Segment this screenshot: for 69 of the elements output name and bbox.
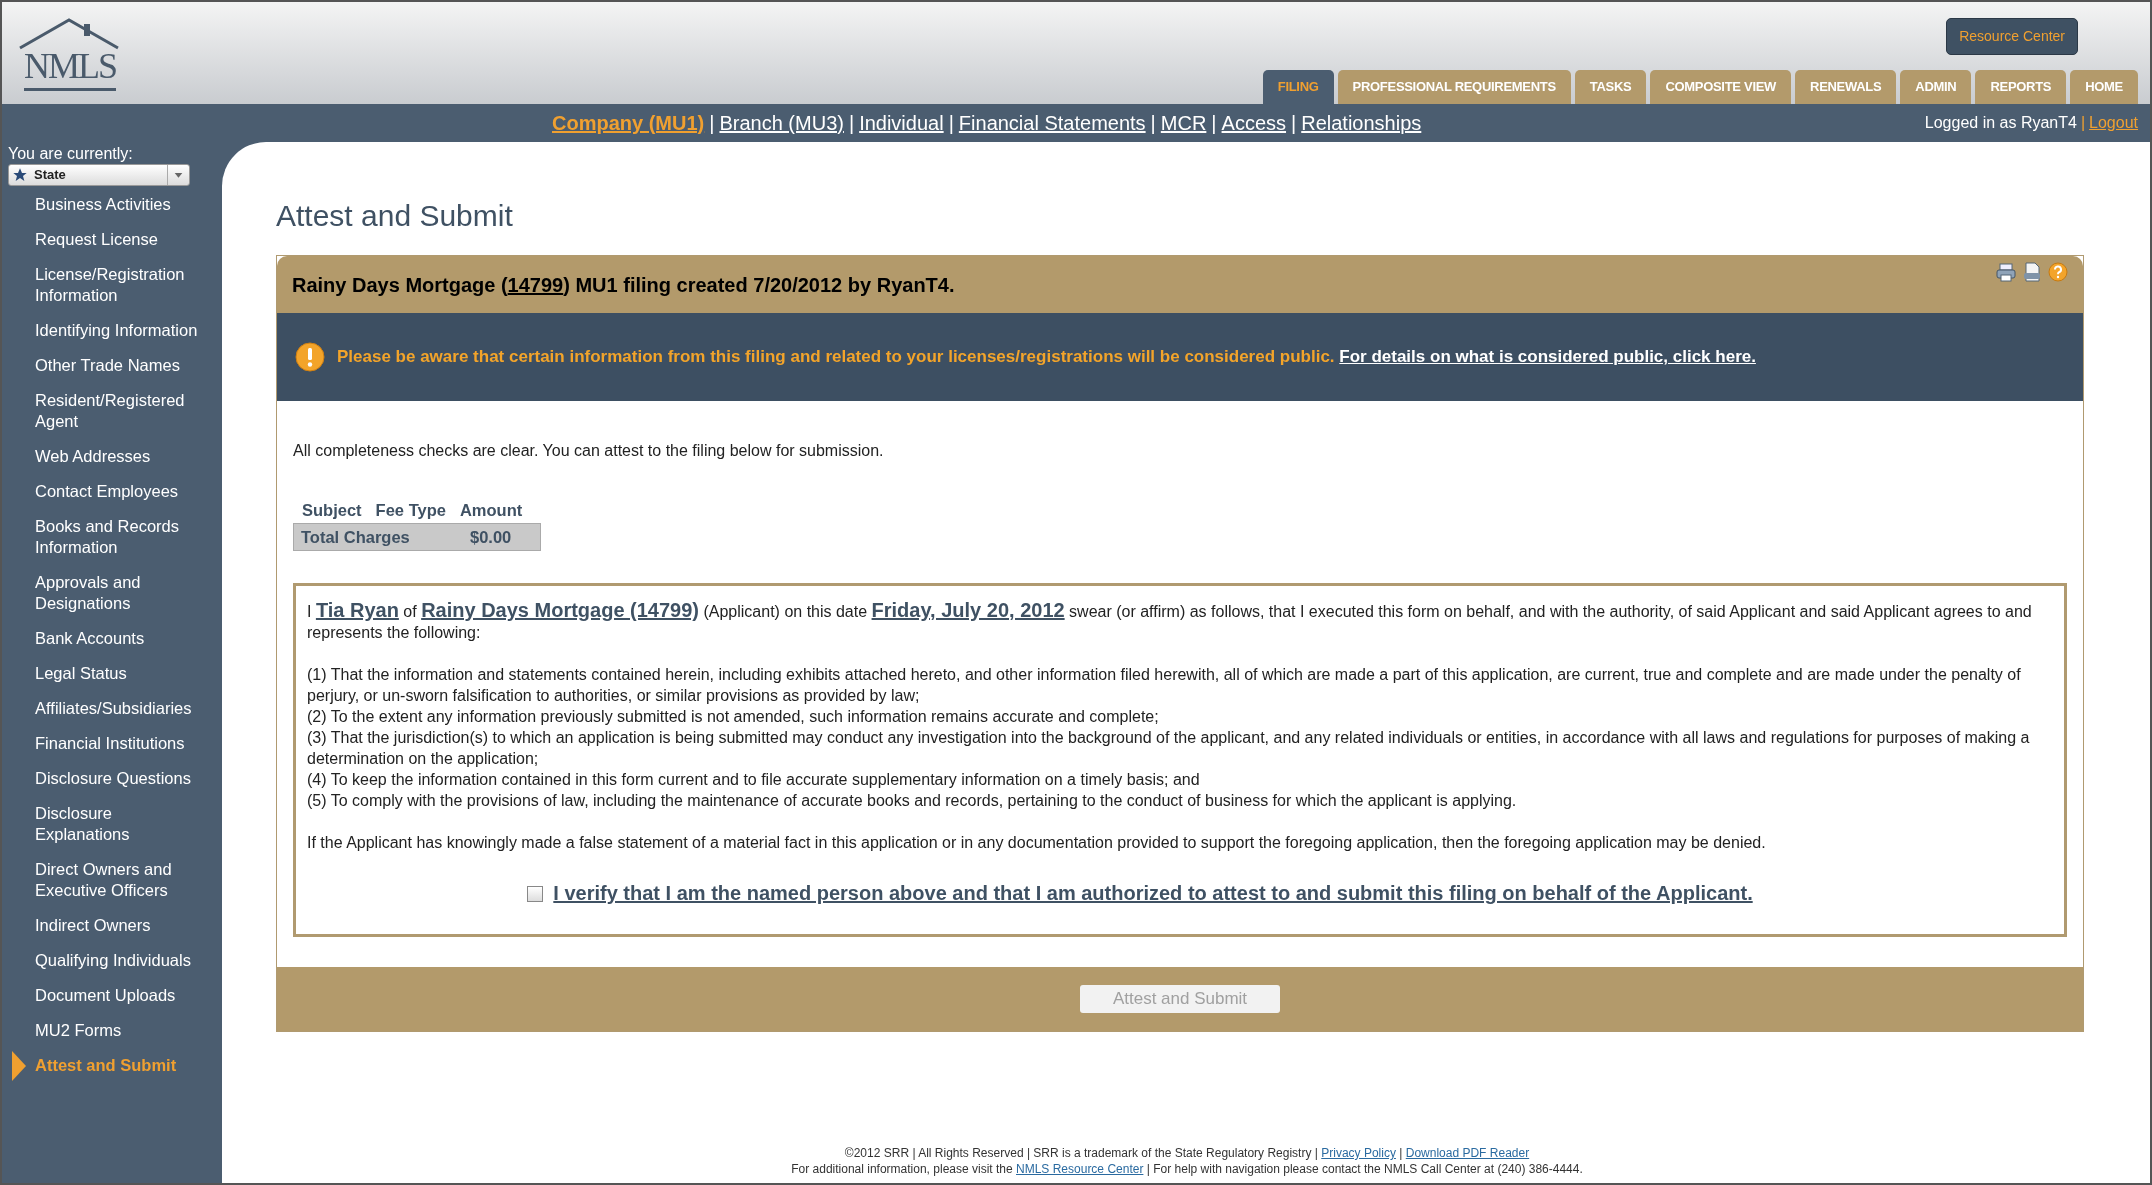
sidebar-item[interactable]: Resident/Registered Agent	[35, 390, 205, 432]
sidebar-item[interactable]: Qualifying Individuals	[35, 950, 205, 971]
sidebar-item[interactable]: Document Uploads	[35, 985, 205, 1006]
separator-text: |	[1211, 111, 1217, 136]
currently-caption: You are currently:	[8, 145, 134, 163]
page-title: Attest and Submit	[276, 198, 514, 234]
sidebar-item[interactable]: Business Activities	[35, 194, 205, 215]
document-icon[interactable]	[2022, 262, 2042, 282]
subnav-link[interactable]: Access	[1221, 108, 1287, 138]
sidebar-item[interactable]: Web Addresses	[35, 446, 205, 467]
attestation-clause: (1) That the information and statements contained herein, including exhibits attached hereto, and other information filed herewith, all of which are made a part of this application, are current, true and complete and are made under the penalty of perjury, or un-sworn falsification to authorities, or similar provisions as provided by law;	[307, 665, 2022, 706]
footer-link[interactable]: NMLS Resource Center	[1016, 1162, 1144, 1176]
subnav-link[interactable]: Relationships	[1301, 108, 1422, 138]
verify-label[interactable]: I verify that I am the named person above and that I am authorized to attest to and submit this filing on behalf of the Applicant.	[553, 883, 1753, 904]
sidebar-item[interactable]: MU2 Forms	[35, 1020, 205, 1041]
help-icon[interactable]	[2048, 262, 2068, 282]
footer-link[interactable]: Privacy Policy	[1321, 1146, 1396, 1160]
footer-text: ©2012 SRR | All Rights Reserved | SRR is a trademark of the State Regulatory Registry | Privacy Policy | Download PDF Reader	[844, 1145, 1530, 1161]
sidebar-item[interactable]: Identifying Information	[35, 320, 205, 341]
separator-text: |	[1291, 111, 1297, 136]
star-icon	[12, 167, 28, 183]
sidebar-item[interactable]: Direct Owners and Executive Officers	[35, 859, 205, 901]
column-header: Fee Type	[375, 499, 446, 521]
sidebar-item[interactable]: Indirect Owners	[35, 915, 205, 936]
sidebar-item[interactable]: License/Registration Information	[35, 264, 205, 306]
footer-link[interactable]: Download PDF Reader	[1405, 1146, 1530, 1160]
separator-text: |	[948, 111, 954, 136]
subnav-link[interactable]: MCR	[1160, 108, 1207, 138]
verify-checkbox[interactable]	[527, 885, 544, 902]
sidebar-item[interactable]: Affiliates/Subsidiaries	[35, 698, 205, 719]
attestation-clause: (4) To keep the information contained in this form current and to file accurate supplementary information on a timely basis; and	[307, 770, 1201, 790]
sidebar-item[interactable]: Approvals and Designations	[35, 572, 205, 614]
footer-text: For additional information, please visit the NMLS Resource Center | For help with navigation please contact the NMLS Call Center at (240) 386-4444.	[791, 1161, 1583, 1177]
warning-text: If the Applicant has knowingly made a false statement of a material fact in this application or in any documentation provided to support the foregoing application, then the foregoing application may be denied.	[307, 833, 1767, 853]
role-dropdown[interactable]: State	[8, 164, 190, 186]
warning-icon	[295, 342, 325, 372]
separator-text: |	[848, 111, 855, 136]
filing-title: Rainy Days Mortgage (14799) MU1 filing created 7/20/2012 by RyanT4.	[292, 272, 955, 298]
subnav-link[interactable]: Branch (MU3)	[719, 108, 844, 138]
column-header: Subject	[302, 499, 362, 521]
separator-text: |	[2080, 113, 2086, 133]
pointer-icon	[12, 1051, 26, 1081]
attestation-clause: (5) To comply with the provisions of law, including the maintenance of accurate books and records, pertaining to the conduct of business for which the applicant is applying.	[307, 791, 1518, 811]
public-info-link[interactable]: For details on what is considered public, click here.	[1339, 347, 1756, 367]
subnav-link[interactable]: Financial Statements	[958, 108, 1146, 138]
sidebar-item[interactable]: Disclosure Questions	[35, 768, 205, 789]
nmls-logo[interactable]: NMLS	[14, 14, 144, 98]
attestation-clause: (2) To the extent any information previously submitted is not amended, such information remains accurate and complete;	[307, 707, 1160, 727]
table-cell-text: $0.00	[470, 526, 512, 548]
printer-icon[interactable]	[1996, 262, 2016, 282]
separator-text: |	[709, 111, 715, 136]
sidebar-item[interactable]: Disclosure Explanations	[35, 803, 205, 845]
column-header: Amount	[459, 499, 523, 521]
notice-text: Please be aware that certain information from this filing and related to your licenses/registrations will be considered public. For details on what is considered public, click here.	[337, 346, 1756, 369]
status-text: All completeness checks are clear. You can attest to the filing below for submission.	[293, 441, 885, 461]
logged-in-text: Logged in as RyanT4	[1924, 113, 2077, 133]
attestation-clause: (3) That the jurisdiction(s) to which an application is being submitted may conduct any investigation into the background of the applicant, and any related individuals or entities, in accordance with all laws and regulations for purposes of making a determination on the application;	[307, 728, 2031, 769]
sidebar-item[interactable]: Books and Records Information	[35, 516, 205, 558]
sidebar-item[interactable]: Other Trade Names	[35, 355, 205, 376]
sidebar-item[interactable]: Contact Employees	[35, 481, 205, 502]
table-cell-text: Total Charges	[301, 526, 411, 548]
sidebar-item[interactable]: Legal Status	[35, 663, 205, 684]
resource-center-button[interactable]: Resource Center	[1946, 18, 2078, 55]
sidebar-item[interactable]: Request License	[35, 229, 205, 250]
attestation-statement: I Tia Ryan of Rainy Days Mortgage (14799) (Applicant) on this date Friday, July 20, 2012 swear (or affirm) as follows, that I executed this form on behalf, and with the authority, of said Applicant and said Applicant agrees to and represents the following:	[307, 600, 2033, 643]
sidebar-item[interactable]: Bank Accounts	[35, 628, 205, 649]
subnav-link[interactable]: Individual	[859, 108, 944, 138]
separator-text: |	[1150, 111, 1156, 136]
sidebar-item[interactable]: Financial Institutions	[35, 733, 205, 754]
